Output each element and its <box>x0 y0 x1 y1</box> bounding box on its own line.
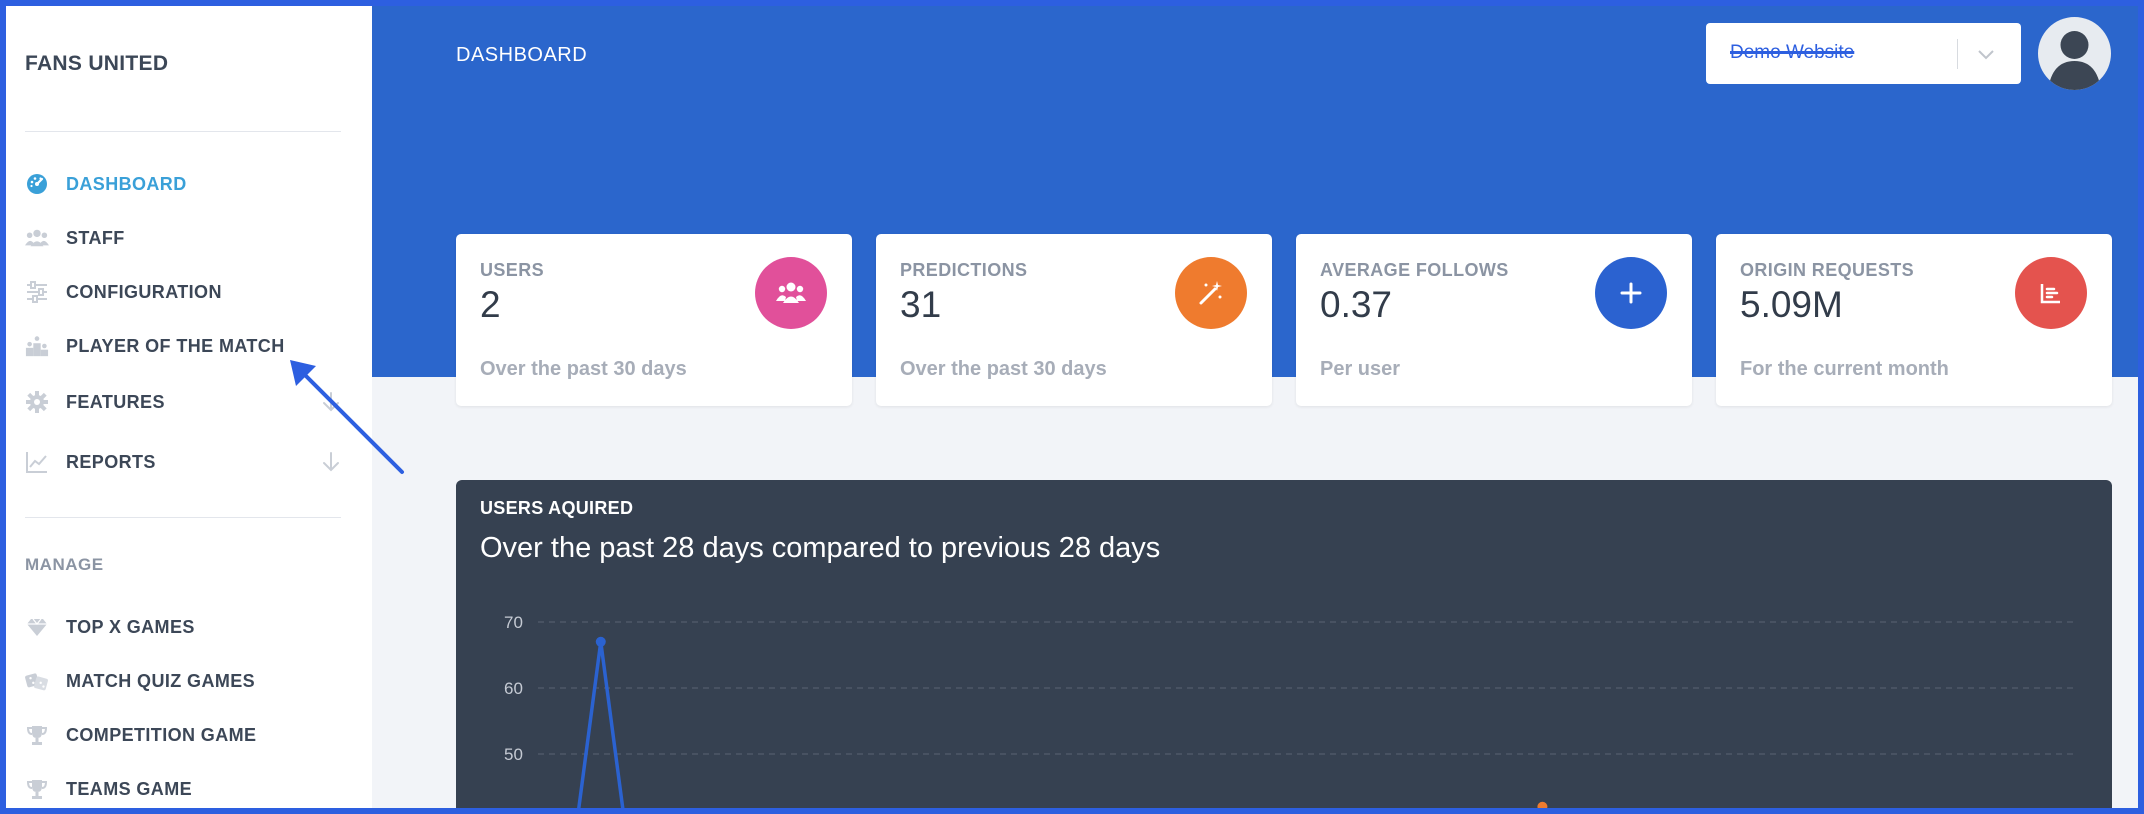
sidebar-item-label: PLAYER OF THE MATCH <box>66 335 285 356</box>
stat-card-title: ORIGIN REQUESTS <box>1740 260 1915 280</box>
stat-card-value: 31 <box>900 284 942 325</box>
chart-data-point[interactable] <box>595 636 606 647</box>
chart-title: USERS AQUIRED <box>480 498 634 518</box>
sidebar-item-label: FEATURES <box>66 391 165 412</box>
gauge-icon <box>25 172 49 196</box>
magic-wand-icon <box>1175 257 1247 329</box>
stat-card-value: 2 <box>480 284 501 325</box>
chevron-down-icon[interactable] <box>1975 43 1997 65</box>
chart-data-point[interactable] <box>1537 801 1548 810</box>
sidebar-item-label: REPORTS <box>66 451 156 472</box>
chart-y-tick-label: 70 <box>504 613 523 632</box>
stat-card-average-follows: AVERAGE FOLLOWS 0.37 Per user <box>1296 234 1692 406</box>
stat-card-origin-requests: ORIGIN REQUESTS 5.09M For the current mo… <box>1716 234 2112 406</box>
sidebar-item-staff[interactable]: STAFF <box>25 218 343 258</box>
sidebar-item-dashboard[interactable]: DASHBOARD <box>25 164 343 204</box>
gear-icon <box>25 390 49 414</box>
chart-subtitle: Over the past 28 days compared to previo… <box>480 532 1161 564</box>
trophy-icon <box>25 777 49 801</box>
sidebar-item-label: COMPETITION GAME <box>66 724 257 745</box>
sidebar-item-label: CONFIGURATION <box>66 281 222 302</box>
sidebar-item-teams-game[interactable]: TEAMS GAME <box>25 769 343 809</box>
page-title: DASHBOARD <box>456 44 588 66</box>
stat-card-title: USERS <box>480 260 545 280</box>
user-avatar[interactable] <box>2038 17 2111 90</box>
sidebar-item-top-x-games[interactable]: TOP X GAMES <box>25 607 343 647</box>
stat-card-subtitle: Per user <box>1320 358 1401 380</box>
plus-icon <box>1595 257 1667 329</box>
stat-card-subtitle: Over the past 30 days <box>900 358 1107 380</box>
annotation-arrow <box>290 360 404 474</box>
gem-icon <box>25 615 49 639</box>
sidebar-item-configuration[interactable]: CONFIGURATION <box>25 272 343 312</box>
stat-card-value: 5.09M <box>1740 284 1843 325</box>
chart-series-line <box>576 641 625 810</box>
selector-separator <box>1957 39 1958 69</box>
sliders-icon <box>25 280 49 304</box>
dice-icon <box>25 669 49 693</box>
stat-card-title: AVERAGE FOLLOWS <box>1320 260 1509 280</box>
trophy-icon <box>25 723 49 747</box>
stat-card-subtitle: For the current month <box>1740 358 1949 380</box>
users-icon <box>25 226 49 250</box>
site-selector-value: Demo Website <box>1730 42 1855 63</box>
sidebar-divider <box>25 131 341 132</box>
sidebar-item-label: TOP X GAMES <box>66 616 195 637</box>
sidebar-item-label: DASHBOARD <box>66 173 187 194</box>
manage-section-title: MANAGE <box>25 555 104 574</box>
users-acquired-chart-panel: 70 60 50 USERS AQUIRED Over the past 28 da… <box>456 480 2112 810</box>
brand-title: FANS UNITED <box>25 52 169 75</box>
users-acquired-chart: 70 60 50 <box>504 613 2076 810</box>
stat-card-subtitle: Over the past 30 days <box>480 358 687 380</box>
sidebar-item-label: TEAMS GAME <box>66 778 193 799</box>
sidebar-divider <box>25 517 341 518</box>
line-chart-icon <box>25 450 49 474</box>
podium-icon <box>25 334 49 358</box>
sidebar-item-label: MATCH QUIZ GAMES <box>66 670 256 691</box>
chart-y-tick-label: 60 <box>504 679 523 698</box>
stat-card-users: USERS 2 Over the past 30 days <box>456 234 852 406</box>
stat-card-title: PREDICTIONS <box>900 260 1028 280</box>
stat-card-predictions: PREDICTIONS 31 Over the past 30 days <box>876 234 1272 406</box>
users-icon <box>755 257 827 329</box>
site-selector[interactable]: Demo Website <box>1706 23 2021 84</box>
chart-y-tick-label: 50 <box>504 745 523 764</box>
stat-card-value: 0.37 <box>1320 284 1393 325</box>
sidebar-item-match-quiz-games[interactable]: MATCH QUIZ GAMES <box>25 661 343 701</box>
sidebar-item-label: STAFF <box>66 227 125 248</box>
sidebar-item-competition-game[interactable]: COMPETITION GAME <box>25 715 343 755</box>
bar-chart-icon <box>2015 257 2087 329</box>
